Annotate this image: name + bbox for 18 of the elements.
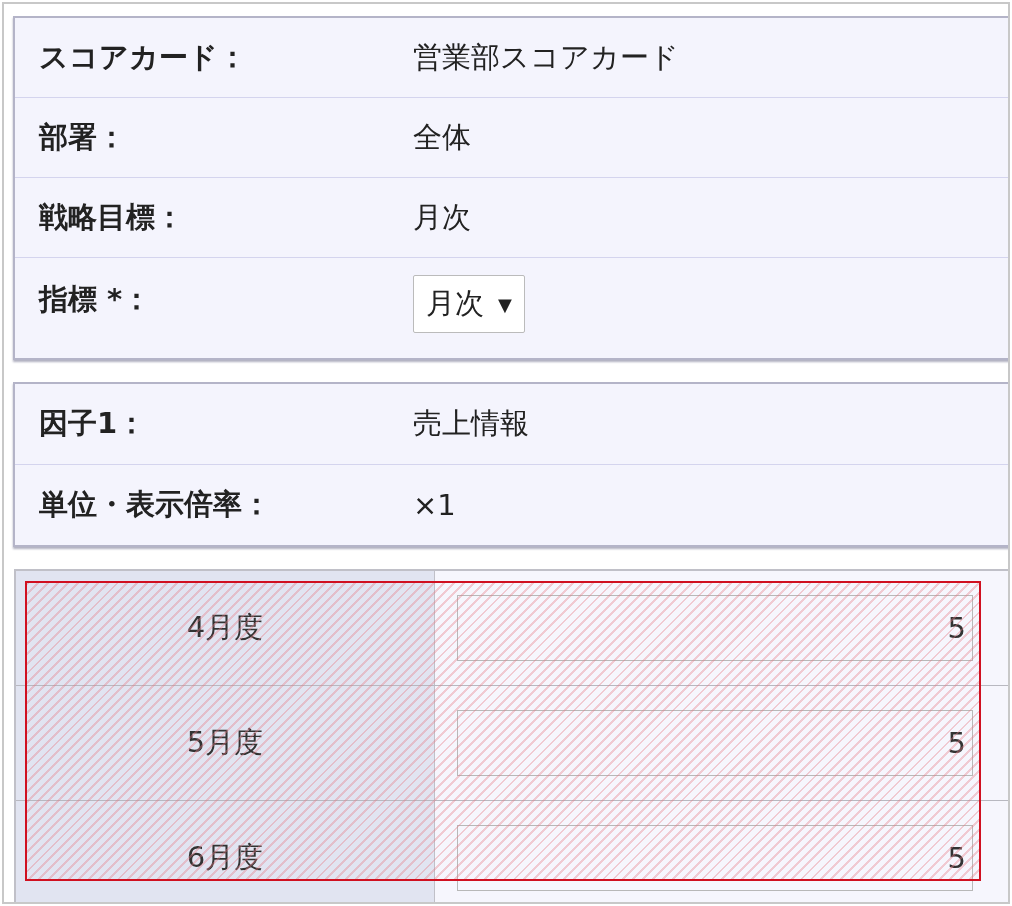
- field-label: 因子1：: [39, 405, 148, 442]
- value-input[interactable]: 5: [457, 825, 973, 891]
- field-label: 部署：: [39, 118, 127, 156]
- value-input[interactable]: 5: [457, 595, 973, 661]
- field-value: 全体: [413, 118, 471, 156]
- field-label: 戦略目標：: [39, 198, 185, 236]
- field-label: 指標 *：: [39, 281, 153, 318]
- month-cell: 4月度: [16, 571, 435, 685]
- month-cell: 5月度: [16, 686, 435, 800]
- field-label: 単位・表示倍率：: [39, 486, 272, 523]
- field-value: 売上情報: [413, 405, 529, 442]
- indicator-dropdown[interactable]: 月次 ▼: [413, 275, 525, 333]
- field-label: スコアカード：: [39, 38, 248, 76]
- value-input[interactable]: 5: [457, 710, 973, 776]
- field-value: ×1: [413, 488, 456, 522]
- field-value: 月次: [413, 198, 471, 236]
- field-value: 営業部スコアカード: [413, 38, 679, 76]
- month-cell: 6月度: [16, 801, 435, 902]
